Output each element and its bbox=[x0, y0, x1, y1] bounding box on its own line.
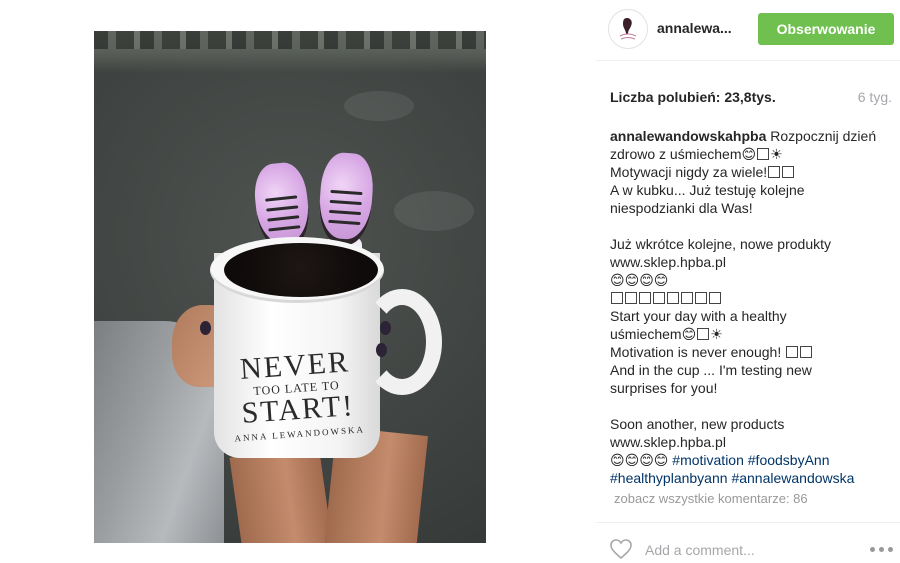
likes-value: 23,8tys. bbox=[724, 89, 776, 105]
avatar-logo-icon bbox=[610, 11, 646, 47]
hashtag[interactable]: #annalewandowska bbox=[731, 470, 854, 486]
emoji-placeholder-icon bbox=[653, 292, 665, 304]
emoji-placeholder-icon bbox=[768, 166, 781, 178]
caption-emoji: 😊😊😊😊 bbox=[610, 452, 673, 468]
emoji-placeholder-icon bbox=[681, 292, 693, 304]
likes-label: Liczba polubień: bbox=[610, 89, 721, 105]
hashtag[interactable]: #healthyplanbyann bbox=[610, 470, 728, 486]
emoji-placeholder-icon bbox=[667, 292, 679, 304]
caption-text: zdrowo z uśmiechem bbox=[610, 146, 742, 162]
caption-author[interactable]: annalewandowskahpba bbox=[610, 128, 766, 144]
caption-text: surprises for you! bbox=[610, 380, 718, 396]
hashtag[interactable]: #motivation bbox=[672, 452, 744, 468]
caption-text: niespodzianki dla Was! bbox=[610, 200, 753, 216]
caption-text: Rozpocznij dzień bbox=[766, 128, 877, 144]
water-reflection bbox=[344, 91, 414, 121]
emoji-placeholder-icon bbox=[786, 346, 799, 358]
post-caption: annalewandowskahpba Rozpocznij dzień zdr… bbox=[610, 128, 877, 486]
water-reflection bbox=[394, 191, 474, 231]
post-username[interactable]: annalewa... bbox=[657, 20, 732, 36]
caption-emoji: 😊😊😊😊 bbox=[610, 272, 669, 288]
avatar[interactable] bbox=[608, 9, 648, 49]
post-photo[interactable]: NEVER TOO LATE TO START! ANNA LEWANDOWSK… bbox=[94, 31, 486, 543]
emoji-placeholder-icon bbox=[695, 292, 707, 304]
hashtag[interactable]: #foodsbyAnn bbox=[748, 452, 830, 468]
caption-text: uśmiechem bbox=[610, 326, 682, 342]
coffee bbox=[224, 243, 378, 297]
emoji-placeholder-icon bbox=[782, 166, 795, 178]
fingernail bbox=[380, 321, 391, 335]
emoji-placeholder-icon bbox=[800, 346, 813, 358]
caption-text: A w kubku... Już testuję kolejne bbox=[610, 182, 805, 198]
caption-text: Już wkrótce kolejne, nowe produkty bbox=[610, 236, 831, 252]
caption-text: Soon another, new products bbox=[610, 416, 785, 432]
more-options-icon[interactable] bbox=[869, 545, 895, 553]
heart-icon[interactable] bbox=[609, 538, 633, 560]
likes-count[interactable]: Liczba polubień: 23,8tys. bbox=[610, 89, 776, 105]
caption-link: www.sklep.hpba.pl bbox=[610, 434, 726, 450]
leg bbox=[229, 445, 333, 543]
caption-text: Motywacji nigdy za wiele! bbox=[610, 164, 768, 180]
caption-link: www.sklep.hpba.pl bbox=[610, 254, 726, 270]
caption-text: Start your day with a healthy bbox=[610, 308, 787, 324]
emoji-placeholder-icon bbox=[625, 292, 637, 304]
emoji-placeholder-icon bbox=[709, 292, 721, 304]
emoji-placeholder-icon bbox=[611, 292, 623, 304]
caption-text: Motivation is never enough! bbox=[610, 344, 782, 360]
caption-text: And in the cup ... I'm testing new bbox=[610, 362, 812, 378]
emoji-placeholder-icon bbox=[639, 292, 651, 304]
follow-button[interactable]: Obserwowanie bbox=[758, 13, 894, 45]
mug-print: NEVER TOO LATE TO START! ANNA LEWANDOWSK… bbox=[211, 345, 383, 444]
post-time[interactable]: 6 tyg. bbox=[858, 89, 892, 105]
divider bbox=[596, 522, 900, 523]
emoji-placeholder-icon bbox=[757, 148, 770, 160]
sneaker bbox=[316, 151, 376, 247]
emoji-placeholder-icon bbox=[697, 328, 710, 340]
fingernail bbox=[376, 343, 387, 357]
divider bbox=[596, 60, 900, 61]
comment-input[interactable] bbox=[645, 541, 845, 559]
tree-reflection bbox=[94, 31, 486, 73]
view-all-comments-link[interactable]: zobacz wszystkie komentarze: 86 bbox=[614, 491, 808, 506]
